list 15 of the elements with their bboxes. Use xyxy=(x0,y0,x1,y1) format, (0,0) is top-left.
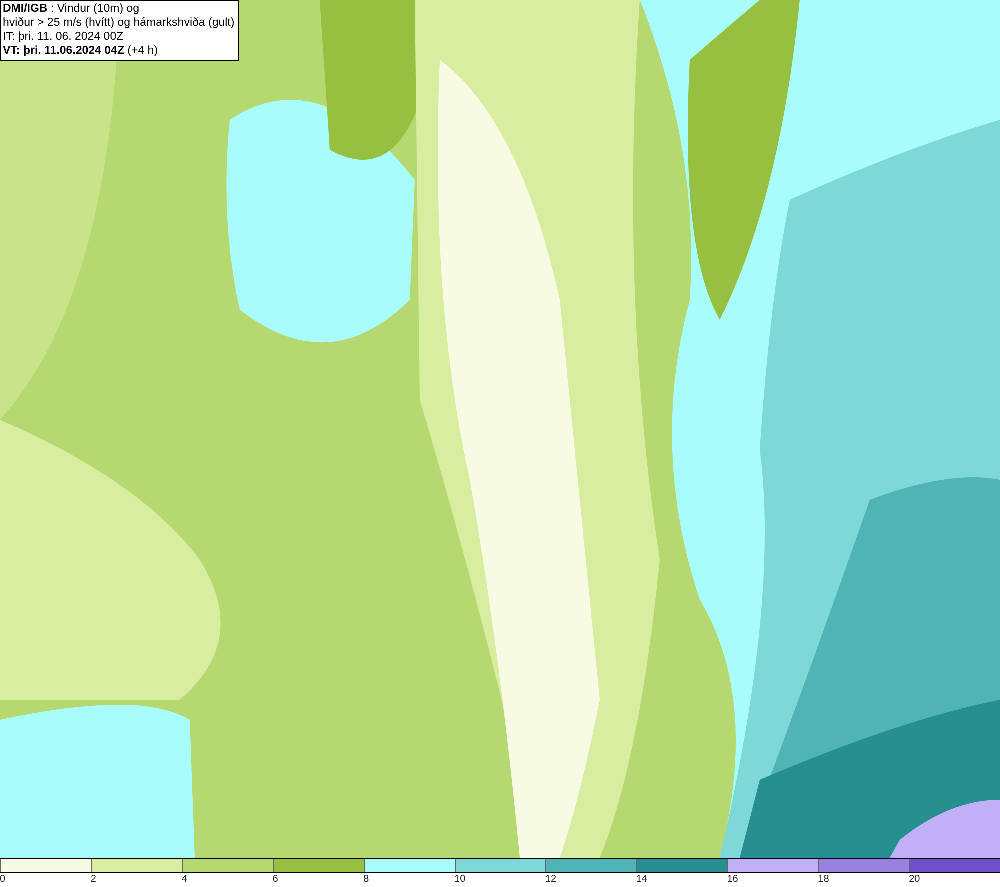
map-title-line: VT: þri. 11.06.2024 04Z (+4 h) xyxy=(3,44,160,58)
scale-tick-label: 18 xyxy=(818,873,830,886)
scale-tick-label: 6 xyxy=(272,873,278,886)
scale-tick-label: 0 xyxy=(0,873,6,886)
scale-tick-label: 2 xyxy=(90,873,96,886)
scale-tick-label: 8 xyxy=(364,873,370,886)
map-title-line: DMI/IGB : Vindur (10m) og xyxy=(3,2,141,16)
scale-tick-label: 20 xyxy=(909,873,920,886)
scale-tick-label: 12 xyxy=(545,873,557,886)
scale-tick-label: 4 xyxy=(182,873,188,886)
scale-tick-label: 14 xyxy=(636,873,648,886)
map-title-line: IT: þri. 11. 06. 2024 00Z xyxy=(3,30,125,44)
map-title-line: hviður > 25 m/s (hvítt) og hámarkshviða (gult) xyxy=(3,16,235,30)
scale-tick-label: 10 xyxy=(454,873,466,886)
scale-tick-label: 16 xyxy=(727,873,738,886)
